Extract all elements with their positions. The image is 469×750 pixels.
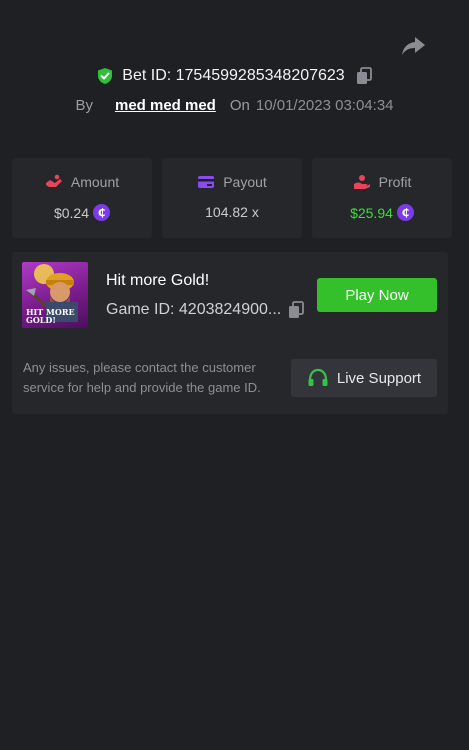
stat-profit: Profit $25.94 ₵	[312, 158, 452, 238]
coin-icon: ₵	[396, 204, 414, 221]
bet-id-row: Bet ID: 1754599285348207623	[0, 67, 469, 85]
game-title: Hit more Gold!	[106, 272, 210, 289]
stat-amount: Amount $0.24 ₵	[12, 158, 152, 238]
stat-value: $0.24	[53, 204, 90, 221]
amount-icon	[45, 174, 63, 190]
stat-label: Amount	[70, 174, 120, 190]
copy-icon[interactable]	[287, 301, 305, 319]
support-help-text: Any issues, please contact the customer …	[23, 360, 261, 395]
card-icon	[197, 174, 215, 190]
stat-payout: Payout 104.82 x	[162, 158, 302, 238]
live-support-button[interactable]: Live Support	[291, 359, 437, 397]
stat-label: Profit	[378, 174, 412, 190]
by-label: By	[75, 97, 93, 114]
profit-hand-icon	[353, 174, 371, 190]
game-id-row: Game ID: 4203824900...	[106, 301, 305, 319]
bet-datetime: 10/01/2023 03:04:34	[255, 97, 394, 114]
game-card: HIT MORE GOLD! Hit more Gold! Game ID: 4…	[12, 252, 448, 414]
bet-id-text: Bet ID: 1754599285348207623	[122, 67, 345, 84]
play-now-button[interactable]: Play Now	[317, 278, 437, 312]
share-arrow-icon[interactable]	[400, 34, 426, 58]
headset-icon	[307, 368, 329, 388]
game-id-text: Game ID: 4203824900...	[106, 301, 282, 318]
copy-icon[interactable]	[355, 67, 373, 85]
thumbnail-title: HIT MORE GOLD!	[26, 307, 75, 325]
coin-icon: ₵	[93, 204, 111, 221]
on-label: On	[229, 97, 250, 114]
stat-value: $25.94	[350, 204, 393, 221]
shield-check-icon	[96, 67, 114, 85]
stat-label: Payout	[223, 174, 267, 190]
live-support-label: Live Support	[336, 369, 422, 387]
game-thumbnail[interactable]: HIT MORE GOLD!	[22, 262, 88, 328]
bet-details-page: Bet ID: 1754599285348207623 By med med m…	[0, 0, 469, 750]
author-row: By med med med On 10/01/2023 03:04:34	[0, 97, 469, 114]
bet-stats: Amount $0.24 ₵ Payout 104.82 x Profit $2…	[12, 158, 452, 238]
stat-value: 104.82 x	[205, 204, 259, 220]
username-link[interactable]: med med med	[115, 97, 216, 114]
